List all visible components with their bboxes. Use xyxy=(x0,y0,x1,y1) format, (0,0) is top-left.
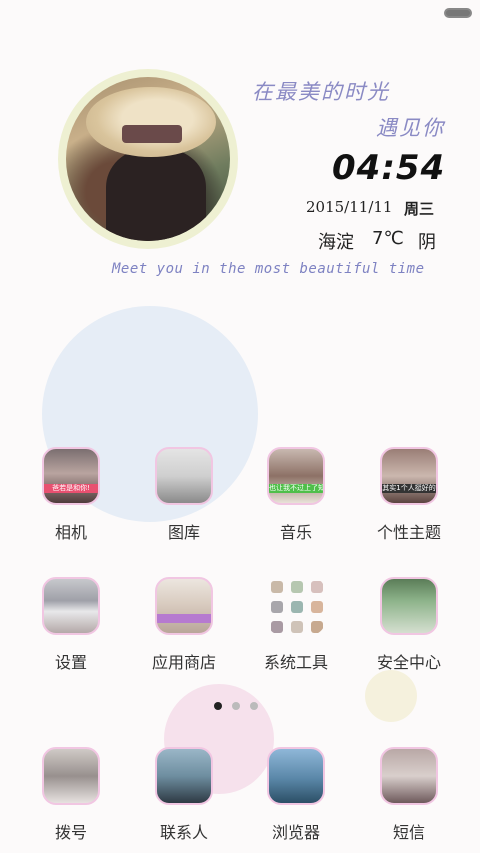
app-label-system-tools: 系统工具 xyxy=(263,653,328,672)
folder-mini-icons xyxy=(271,581,323,633)
app-label-gallery: 图库 xyxy=(167,523,200,542)
hair-shape xyxy=(106,149,206,241)
app-label-store: 应用商店 xyxy=(151,653,216,672)
app-label-dialer: 拨号 xyxy=(54,823,87,842)
app-gallery[interactable]: 图库 xyxy=(134,447,234,543)
app-store[interactable]: 应用商店 xyxy=(134,577,234,673)
themes-icon-banner: 其实1个人挺好的 xyxy=(382,484,436,493)
app-label-contacts: 联系人 xyxy=(159,823,208,842)
app-label-camera: 相机 xyxy=(54,523,87,542)
app-settings[interactable]: 设置 xyxy=(21,577,121,673)
avatar-photo xyxy=(66,77,230,241)
app-label-music: 音乐 xyxy=(279,523,312,542)
app-label-settings: 设置 xyxy=(54,653,87,672)
battery-icon xyxy=(444,8,472,18)
music-app-icon[interactable]: 也让我不过上了知道真是 xyxy=(267,447,325,505)
page-dot[interactable] xyxy=(232,702,240,710)
tagline-chinese-line1: 在最美的时光 xyxy=(252,80,390,104)
page-indicator[interactable] xyxy=(214,702,258,710)
app-system-tools[interactable]: 系统工具 xyxy=(246,577,346,673)
clock-date: 2015/11/11 xyxy=(306,198,393,216)
app-music[interactable]: 也让我不过上了知道真是 音乐 xyxy=(246,447,346,543)
decorative-cream-circle xyxy=(365,670,417,722)
music-icon-banner: 也让我不过上了知道真是 xyxy=(269,484,323,493)
app-camera[interactable]: 爸若是和你! 相机 xyxy=(21,447,121,543)
app-label-browser: 浏览器 xyxy=(271,823,320,842)
clock-weekday: 周三 xyxy=(404,200,435,218)
weather-condition: 阴 xyxy=(418,232,436,253)
settings-app-icon[interactable] xyxy=(42,577,100,635)
app-themes[interactable]: 其实1个人挺好的 个性主题 xyxy=(359,447,459,543)
dock-messages[interactable]: 短信 xyxy=(359,747,459,843)
messages-app-icon[interactable] xyxy=(380,747,438,805)
contacts-app-icon[interactable] xyxy=(155,747,213,805)
hat-band-shape xyxy=(122,125,182,143)
themes-app-icon[interactable]: 其实1个人挺好的 xyxy=(380,447,438,505)
app-label-security: 安全中心 xyxy=(376,653,441,672)
app-label-messages: 短信 xyxy=(392,823,425,842)
app-security[interactable]: 安全中心 xyxy=(359,577,459,673)
weather-temperature: 7℃ xyxy=(372,228,404,249)
dock-contacts[interactable]: 联系人 xyxy=(134,747,234,843)
dialer-app-icon[interactable] xyxy=(42,747,100,805)
system-tools-folder-icon[interactable] xyxy=(267,577,325,635)
browser-app-icon[interactable] xyxy=(267,747,325,805)
tagline-english: Meet you in the most beautiful time xyxy=(112,261,425,277)
weather-location: 海淀 xyxy=(318,232,354,253)
page-dot-active[interactable] xyxy=(214,702,222,710)
hat-shape xyxy=(86,87,216,157)
store-icon-banner xyxy=(157,614,211,623)
tagline-chinese-line2: 遇见你 xyxy=(376,116,445,140)
dock-browser[interactable]: 浏览器 xyxy=(246,747,346,843)
camera-icon-banner: 爸若是和你! xyxy=(44,484,98,493)
page-dot[interactable] xyxy=(250,702,258,710)
camera-app-icon[interactable]: 爸若是和你! xyxy=(42,447,100,505)
dock-dialer[interactable]: 拨号 xyxy=(21,747,121,843)
gallery-app-icon[interactable] xyxy=(155,447,213,505)
app-label-themes: 个性主题 xyxy=(376,523,441,542)
clock-time[interactable]: 04:54 xyxy=(332,148,444,188)
security-app-icon[interactable] xyxy=(380,577,438,635)
store-app-icon[interactable] xyxy=(155,577,213,635)
